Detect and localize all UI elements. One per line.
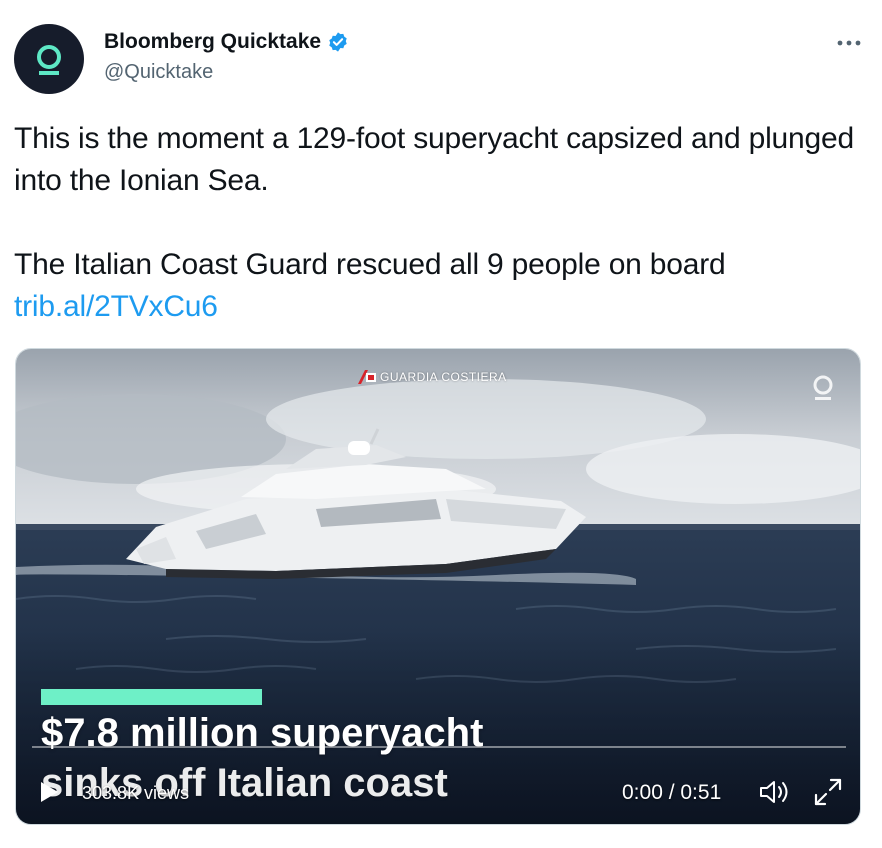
author-name[interactable]: Bloomberg Quicktake — [104, 30, 349, 54]
video-player[interactable]: GUARDIA COSTIERA $7.8 million superyacht… — [15, 348, 861, 825]
more-dots-icon — [837, 40, 861, 46]
caption-accent-bar — [41, 689, 262, 705]
volume-icon[interactable] — [758, 778, 792, 806]
coast-guard-logo-icon — [358, 370, 376, 384]
video-watermark: GUARDIA COSTIERA — [356, 369, 507, 385]
more-options-button[interactable] — [834, 33, 864, 53]
video-time: 0:00 / 0:51 — [622, 781, 722, 804]
author-name-text: Bloomberg Quicktake — [104, 30, 322, 53]
tweet-text: This is the moment a 129-foot superyacht… — [14, 118, 874, 328]
tweet-link[interactable]: trib.al/2TVxCu6 — [14, 290, 218, 323]
avatar[interactable] — [14, 24, 84, 94]
video-progress-bar[interactable] — [32, 746, 846, 748]
quicktake-logo-icon — [37, 45, 61, 75]
quicktake-watermark-icon — [813, 375, 833, 400]
tweet-text-line-2: The Italian Coast Guard rescued all 9 pe… — [14, 248, 726, 281]
watermark-text: GUARDIA COSTIERA — [380, 370, 507, 384]
play-icon[interactable] — [38, 781, 60, 803]
tweet-text-line-1: This is the moment a 129-foot superyacht… — [14, 122, 854, 197]
caption-line-1: $7.8 million superyacht — [41, 711, 484, 755]
view-count: 303.8K views — [82, 783, 190, 803]
verified-badge-icon — [329, 32, 347, 52]
author-handle[interactable]: @Quicktake — [104, 61, 213, 84]
fullscreen-icon[interactable] — [812, 776, 844, 808]
